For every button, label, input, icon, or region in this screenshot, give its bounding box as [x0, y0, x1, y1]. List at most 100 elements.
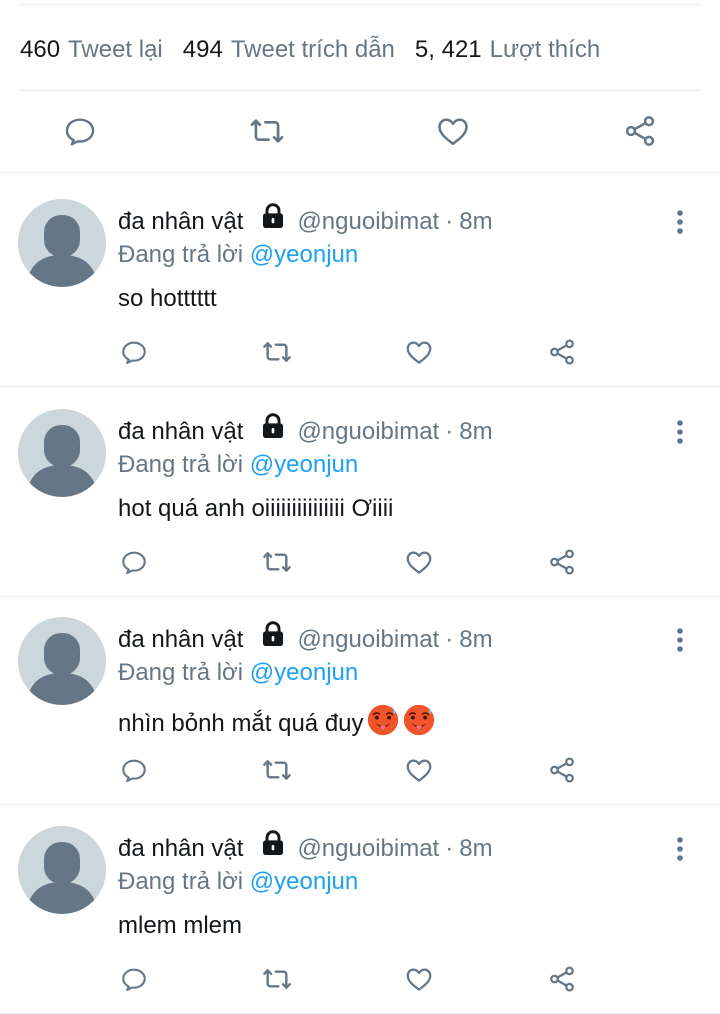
like-button[interactable] [400, 960, 438, 998]
avatar[interactable] [18, 826, 106, 914]
mention-link[interactable]: @yeonjun [250, 868, 358, 895]
share-icon [550, 339, 574, 365]
share-button[interactable] [617, 108, 663, 154]
reply-icon [122, 759, 146, 783]
more-options-button[interactable] [674, 419, 686, 445]
reply-header: đa nhân vật @nguoibimat · 8m [118, 619, 493, 661]
reply-action-bar [0, 333, 720, 371]
share-button[interactable] [543, 333, 581, 371]
quotes-count: 494 [182, 36, 223, 63]
tweet-stats: 460 Tweet lại 494 Tweet trích dẫn 5, 421… [20, 30, 600, 70]
retweet-button[interactable] [258, 543, 296, 581]
retweets-count: 460 [20, 36, 61, 63]
replying-to-label: Đang trả lời [118, 659, 244, 686]
reply-button[interactable] [57, 108, 103, 154]
retweet-button[interactable] [258, 751, 296, 789]
dot-separator: · [445, 835, 454, 862]
display-name[interactable]: đa nhân vật [118, 208, 243, 236]
avatar[interactable] [18, 199, 106, 287]
replying-to-label: Đang trả lời [118, 241, 244, 268]
heart-icon [406, 759, 432, 782]
like-button[interactable] [430, 108, 476, 154]
like-button[interactable] [400, 543, 438, 581]
retweets-stat[interactable]: 460 Tweet lại [20, 36, 163, 64]
mention-link[interactable]: @yeonjun [250, 451, 358, 478]
lock-icon [257, 410, 289, 442]
like-button[interactable] [400, 333, 438, 371]
retweet-icon [250, 119, 284, 143]
replying-to: Đang trả lời @yeonjun [118, 451, 358, 479]
reply-icon [122, 968, 146, 992]
hot-face-emoji [367, 704, 398, 736]
username[interactable]: @nguoibimat [297, 208, 439, 236]
heart-icon [438, 118, 468, 146]
reply-button[interactable] [115, 751, 153, 789]
reply-button[interactable] [115, 333, 153, 371]
stats-divider [18, 90, 702, 91]
reply-text-content: hot quá anh oiiiiiiiiiiiiiii Ơiiii [118, 495, 394, 522]
heart-icon [406, 341, 432, 364]
more-icon [677, 628, 683, 652]
reply-text-content: so hotttttt [118, 285, 217, 312]
retweet-icon [263, 760, 291, 780]
username[interactable]: @nguoibimat [297, 418, 439, 446]
lock-icon [257, 618, 289, 650]
reply-header: đa nhân vật @nguoibimat · 8m [118, 828, 493, 870]
more-options-button[interactable] [674, 627, 686, 653]
tweet-action-bar [0, 108, 720, 154]
dot-separator: · [445, 208, 454, 235]
timestamp[interactable]: 8m [459, 626, 492, 654]
replying-to: Đang trả lời @yeonjun [118, 868, 358, 896]
mention-link[interactable]: @yeonjun [250, 241, 358, 268]
timestamp[interactable]: 8m [459, 208, 492, 236]
avatar[interactable] [18, 617, 106, 705]
likes-stat[interactable]: 5, 421 Lượt thích [415, 36, 600, 64]
share-icon [550, 549, 574, 575]
reply-text-content: mlem mlem [118, 912, 242, 939]
reply-action-bar [0, 960, 720, 998]
default-avatar-icon [18, 409, 106, 497]
reply-tweet[interactable]: đa nhân vật @nguoibimat · 8m Đang trả lờ… [0, 385, 720, 597]
reply-button[interactable] [115, 543, 153, 581]
retweets-label: Tweet lại [68, 36, 163, 63]
share-button[interactable] [543, 751, 581, 789]
retweet-button[interactable] [258, 333, 296, 371]
reply-text: mlem mlem [118, 912, 242, 940]
timestamp[interactable]: 8m [459, 835, 492, 863]
display-name[interactable]: đa nhân vật [118, 835, 243, 863]
heart-icon [406, 968, 432, 991]
username[interactable]: @nguoibimat [297, 626, 439, 654]
retweet-button[interactable] [258, 960, 296, 998]
more-options-button[interactable] [674, 836, 686, 862]
quotes-label: Tweet trích dẫn [230, 36, 395, 63]
reply-action-bar [0, 751, 720, 789]
username[interactable]: @nguoibimat [297, 835, 439, 863]
mention-link[interactable]: @yeonjun [250, 659, 358, 686]
display-name[interactable]: đa nhân vật [118, 418, 243, 446]
more-icon [677, 837, 683, 861]
quotes-stat[interactable]: 494 Tweet trích dẫn [183, 36, 395, 64]
dot-separator: · [445, 418, 454, 445]
reply-icon [122, 341, 146, 365]
more-options-button[interactable] [674, 209, 686, 235]
share-button[interactable] [543, 543, 581, 581]
reply-tweet[interactable]: đa nhân vật @nguoibimat · 8m Đang trả lờ… [0, 802, 720, 1014]
retweet-icon [263, 552, 291, 572]
reply-button[interactable] [115, 960, 153, 998]
avatar[interactable] [18, 409, 106, 497]
reply-tweet[interactable]: đa nhân vật @nguoibimat · 8m Đang trả lờ… [0, 175, 720, 387]
default-avatar-icon [18, 199, 106, 287]
default-avatar-icon [18, 826, 106, 914]
replying-to-label: Đang trả lời [118, 451, 244, 478]
default-avatar-icon [18, 617, 106, 705]
reply-header: đa nhân vật @nguoibimat · 8m [118, 201, 493, 243]
timestamp[interactable]: 8m [459, 418, 492, 446]
likes-count: 5, 421 [414, 36, 482, 63]
replying-to: Đang trả lời @yeonjun [118, 659, 358, 687]
like-button[interactable] [400, 751, 438, 789]
retweet-button[interactable] [244, 108, 290, 154]
share-button[interactable] [543, 960, 581, 998]
likes-label: Lượt thích [489, 36, 601, 63]
reply-tweet[interactable]: đa nhân vật @nguoibimat · 8m Đang trả lờ… [0, 593, 720, 805]
display-name[interactable]: đa nhân vật [118, 626, 243, 654]
